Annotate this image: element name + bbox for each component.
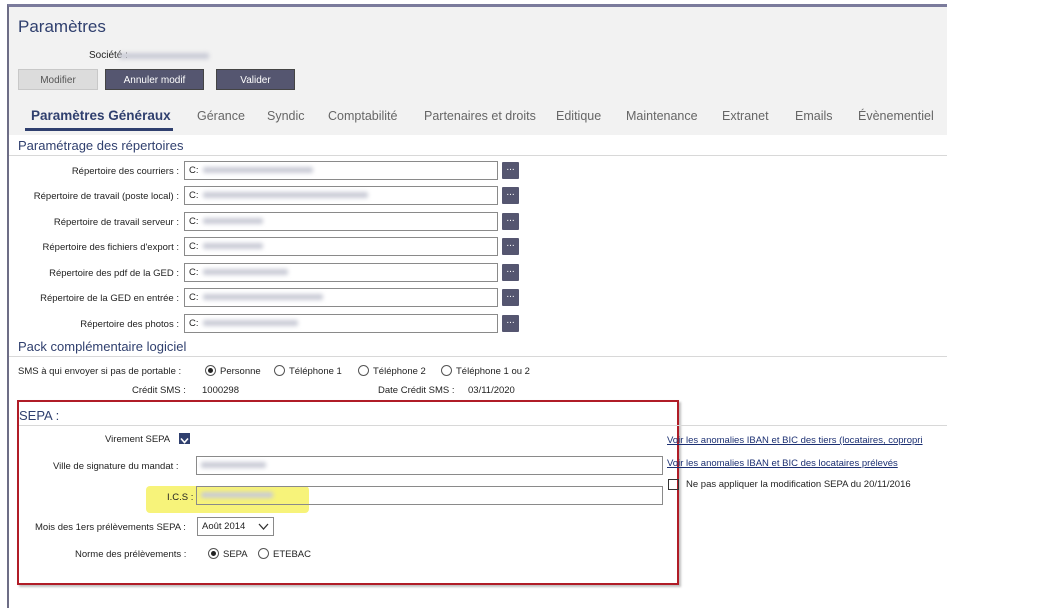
- ics-label: I.C.S :: [167, 492, 194, 503]
- credit-sms-value: 1000298: [202, 385, 239, 396]
- section-divider: [19, 425, 947, 426]
- tab-partenaires[interactable]: Partenaires et droits: [424, 109, 536, 123]
- tab-emails[interactable]: Emails: [795, 109, 833, 123]
- tab-gerance[interactable]: Gérance: [197, 109, 245, 123]
- sepa-section-title: SEPA :: [19, 408, 60, 423]
- repertoire-export-input[interactable]: C:: [184, 237, 498, 256]
- date-credit-sms-value: 03/11/2020: [468, 385, 515, 396]
- repertoire-courriers-input[interactable]: C:: [184, 161, 498, 180]
- repertoire-travail-serveur-input[interactable]: C:: [184, 212, 498, 231]
- tab-bar: Paramètres Généraux Gérance Syndic Compt…: [9, 107, 947, 131]
- repertoire-travail-serveur-label: Répertoire de travail serveur :: [53, 217, 179, 228]
- repertoire-pdf-ged-input[interactable]: C:: [184, 263, 498, 282]
- ics-input[interactable]: [196, 486, 663, 505]
- credit-sms-label: Crédit SMS :: [132, 385, 186, 396]
- repertoire-travail-local-input[interactable]: C:: [184, 186, 498, 205]
- repertoire-photos-label: Répertoire des photos :: [80, 319, 179, 330]
- modifier-button[interactable]: Modifier: [18, 69, 98, 90]
- browse-export-button[interactable]: ...: [502, 238, 519, 255]
- norme-prelevements-label: Norme des prélèvements :: [75, 549, 187, 560]
- checkmark-icon: [180, 437, 189, 444]
- browse-ged-entree-button[interactable]: ...: [502, 289, 519, 306]
- sms-radio-telephone1[interactable]: Téléphone 1: [274, 365, 342, 377]
- repertoire-travail-local-label: Répertoire de travail (poste local) :: [33, 191, 179, 202]
- anomalies-iban-locataires-link[interactable]: Voir les anomalies IBAN et BIC des locat…: [667, 458, 898, 469]
- radio-icon: [441, 365, 452, 376]
- sms-radio-telephone1ou2[interactable]: Téléphone 1 ou 2: [441, 365, 530, 377]
- browse-travail-local-button[interactable]: ...: [502, 187, 519, 204]
- tab-evenementiel[interactable]: Évènementiel: [858, 109, 934, 123]
- header: Paramètres Société : Modifier Annuler mo…: [9, 7, 947, 135]
- anomalies-iban-tiers-link[interactable]: Voir les anomalies IBAN et BIC des tiers…: [667, 435, 923, 446]
- virement-sepa-label: Virement SEPA: [105, 434, 171, 445]
- radio-icon: [258, 548, 269, 559]
- virement-sepa-checkbox[interactable]: [179, 433, 190, 444]
- repertoire-courriers-label: Répertoire des courriers :: [71, 166, 179, 177]
- active-tab-indicator: [25, 128, 173, 131]
- sms-label: SMS à qui envoyer si pas de portable :: [18, 366, 182, 377]
- ville-signature-label: Ville de signature du mandat :: [53, 461, 179, 472]
- browse-pdf-ged-button[interactable]: ...: [502, 264, 519, 281]
- annuler-modif-button[interactable]: Annuler modif: [105, 69, 204, 90]
- section-divider: [9, 356, 947, 357]
- valider-button[interactable]: Valider: [216, 69, 295, 90]
- sms-radio-telephone2[interactable]: Téléphone 2: [358, 365, 426, 377]
- mois-prelevements-label: Mois des 1ers prélèvements SEPA :: [35, 522, 186, 533]
- ne-pas-appliquer-checkbox[interactable]: [668, 479, 679, 490]
- radio-selected-icon: [208, 548, 219, 559]
- browse-courriers-button[interactable]: ...: [502, 162, 519, 179]
- date-credit-sms-label: Date Crédit SMS :: [378, 385, 455, 396]
- main-window: Paramètres Société : Modifier Annuler mo…: [7, 4, 947, 608]
- ville-signature-input[interactable]: [196, 456, 663, 475]
- tab-syndic[interactable]: Syndic: [267, 109, 305, 123]
- browse-photos-button[interactable]: ...: [502, 315, 519, 332]
- tab-parametres-generaux[interactable]: Paramètres Généraux: [31, 108, 171, 123]
- tab-comptabilite[interactable]: Comptabilité: [328, 109, 397, 123]
- radio-icon: [358, 365, 369, 376]
- tab-extranet[interactable]: Extranet: [722, 109, 769, 123]
- browse-travail-serveur-button[interactable]: ...: [502, 213, 519, 230]
- sms-radio-personne[interactable]: Personne: [205, 365, 261, 377]
- section-divider: [9, 155, 947, 156]
- pack-section-title: Pack complémentaire logiciel: [18, 339, 187, 354]
- repertoire-pdf-ged-label: Répertoire des pdf de la GED :: [49, 268, 179, 279]
- repertoire-ged-entree-label: Répertoire de la GED en entrée :: [40, 293, 179, 304]
- page-title: Paramètres: [18, 17, 106, 36]
- repertoire-ged-entree-input[interactable]: C:: [184, 288, 498, 307]
- repertoire-export-label: Répertoire des fichiers d'export :: [42, 242, 179, 253]
- repertoire-photos-input[interactable]: C:: [184, 314, 498, 333]
- tab-maintenance[interactable]: Maintenance: [626, 109, 698, 123]
- radio-icon: [274, 365, 285, 376]
- norme-radio-etebac[interactable]: ETEBAC: [258, 548, 311, 560]
- societe-value-redacted: [119, 53, 209, 59]
- mois-prelevements-select[interactable]: Août 2014: [197, 517, 274, 536]
- norme-radio-sepa[interactable]: SEPA: [208, 548, 248, 560]
- tab-editique[interactable]: Editique: [556, 109, 601, 123]
- chevron-down-icon: [258, 523, 269, 530]
- repertoires-section-title: Paramétrage des répertoires: [18, 138, 184, 153]
- radio-selected-icon: [205, 365, 216, 376]
- ne-pas-appliquer-label: Ne pas appliquer la modification SEPA du…: [686, 479, 911, 490]
